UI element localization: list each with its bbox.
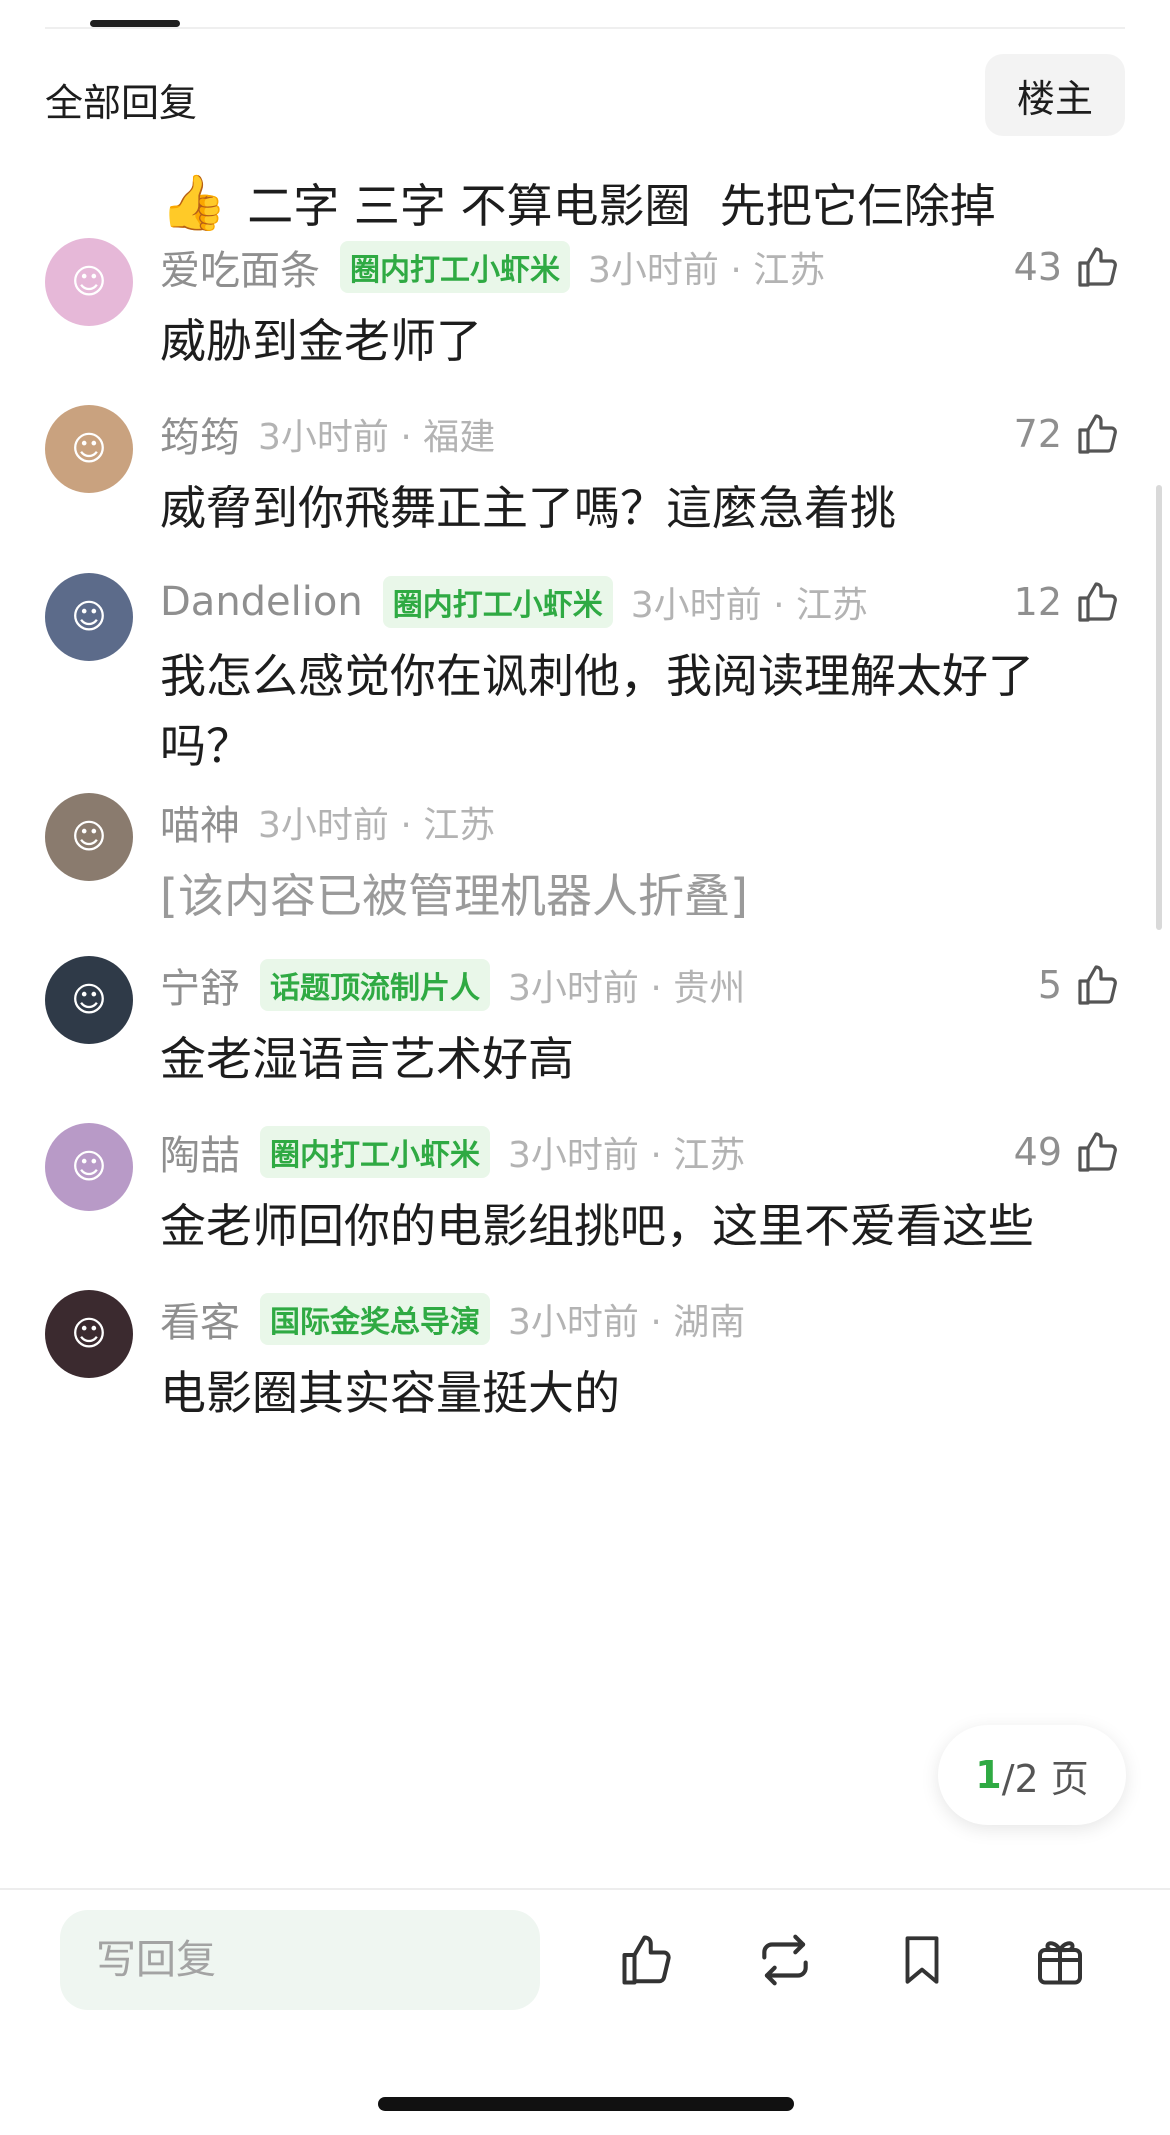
- username[interactable]: 爱吃面条: [160, 238, 320, 296]
- thumbs-up-emoji: 👍: [160, 171, 228, 234]
- comment-time-location: 3小时前 · 江苏: [588, 250, 826, 291]
- avatar-glyph: ☺: [71, 1147, 107, 1187]
- comment-text: 金老湿语言艺术好高: [160, 1032, 574, 1086]
- comment-time-location: 3小时前 · 贵州: [508, 968, 746, 1009]
- like-count: 49: [1013, 1130, 1062, 1174]
- bottom-bar-divider: [0, 1888, 1170, 1890]
- comment-text: 威脅到你飛舞正主了嗎？這麼急着挑: [160, 481, 896, 535]
- user-badge: 圈内打工小虾米: [260, 1126, 490, 1178]
- thumb-up-icon: [1078, 965, 1117, 1005]
- op-post-text: 二字 三字 不算电影圈 先把它仨除掉: [247, 179, 996, 233]
- avatar-glyph: ☺: [71, 817, 107, 857]
- home-indicator[interactable]: [378, 2097, 794, 2111]
- avatar[interactable]: ☺: [45, 956, 133, 1044]
- gift-button[interactable]: [1025, 1925, 1095, 1995]
- top-tab-indicator: [90, 20, 180, 27]
- folded-comment-text[interactable]: [该内容已被管理机器人折叠]: [160, 861, 1090, 931]
- user-badge: 圈内打工小虾米: [340, 241, 570, 293]
- like-button[interactable]: 5: [1038, 958, 1122, 1012]
- avatar[interactable]: ☺: [45, 793, 133, 881]
- like-button[interactable]: 43: [1014, 240, 1122, 294]
- username[interactable]: 看客: [160, 1290, 240, 1348]
- op-post: 👍 二字 三字 不算电影圈 先把它仨除掉: [160, 170, 996, 236]
- like-post-button[interactable]: [612, 1925, 682, 1995]
- comment-meta: 陶喆 圈内打工小虾米 3小时前 · 江苏: [160, 1125, 745, 1179]
- scrollbar[interactable]: [1156, 485, 1162, 930]
- repost-button[interactable]: [750, 1925, 820, 1995]
- username[interactable]: 喵神: [160, 793, 240, 851]
- username[interactable]: 宁舒: [160, 956, 240, 1014]
- avatar[interactable]: ☺: [45, 238, 133, 326]
- bookmark-button[interactable]: [887, 1925, 957, 1995]
- avatar-glyph: ☺: [71, 262, 107, 302]
- like-count: 72: [1013, 412, 1062, 456]
- total-pages: /2 页: [1001, 1756, 1089, 1801]
- comment-text: 威胁到金老师了: [160, 314, 482, 368]
- top-divider: [45, 27, 1125, 29]
- comment-time-location: 3小时前 · 福建: [258, 417, 496, 458]
- repost-icon: [762, 1934, 808, 1986]
- comment-meta: 看客 国际金奖总导演 3小时前 · 湖南: [160, 1292, 745, 1346]
- avatar[interactable]: ☺: [45, 405, 133, 493]
- thumb-up-icon: [1078, 247, 1117, 287]
- avatar-glyph: ☺: [71, 429, 107, 469]
- comment-time-location: 3小时前 · 江苏: [630, 585, 868, 626]
- op-only-button[interactable]: 楼主: [985, 54, 1125, 136]
- like-count: 43: [1013, 245, 1062, 289]
- thumb-up-icon: [1078, 1132, 1117, 1172]
- bookmark-icon: [905, 1936, 939, 1984]
- like-button[interactable]: 49: [1014, 1125, 1122, 1179]
- comment-meta: 筠筠 3小时前 · 福建: [160, 407, 495, 461]
- comment-time-location: 3小时前 · 湖南: [508, 1302, 746, 1343]
- avatar-glyph: ☺: [71, 980, 107, 1020]
- comment-meta: 爱吃面条 圈内打工小虾米 3小时前 · 江苏: [160, 240, 825, 294]
- like-count: 5: [1037, 963, 1062, 1007]
- user-badge: 圈内打工小虾米: [382, 576, 613, 628]
- comment-text: 电影圈其实容量挺大的: [160, 1366, 620, 1420]
- username[interactable]: Dandelion: [160, 579, 363, 625]
- comment-meta: 喵神 3小时前 · 江苏: [160, 795, 495, 849]
- avatar-glyph: ☺: [71, 1314, 107, 1354]
- reply-input[interactable]: [60, 1910, 540, 2010]
- gift-icon: [1038, 1941, 1082, 1985]
- like-button[interactable]: 12: [1014, 575, 1122, 629]
- thumb-up-icon: [1078, 582, 1117, 622]
- thumb-up-icon: [622, 1935, 671, 1985]
- page-title: 全部回复: [45, 81, 198, 125]
- like-button[interactable]: 72: [1014, 407, 1122, 461]
- comment-meta: Dandelion 圈内打工小虾米 3小时前 · 江苏: [160, 575, 868, 629]
- thumb-up-icon: [1078, 414, 1117, 454]
- avatar[interactable]: ☺: [45, 1123, 133, 1211]
- avatar[interactable]: ☺: [45, 573, 133, 661]
- user-badge: 话题顶流制片人: [260, 959, 490, 1011]
- avatar[interactable]: ☺: [45, 1290, 133, 1378]
- username[interactable]: 筠筠: [160, 405, 240, 463]
- avatar-glyph: ☺: [71, 597, 107, 637]
- user-badge: 国际金奖总导演: [260, 1293, 490, 1345]
- current-page: 1: [975, 1753, 1002, 1797]
- comment-time-location: 3小时前 · 江苏: [258, 805, 496, 846]
- username[interactable]: 陶喆: [160, 1123, 240, 1181]
- page-indicator[interactable]: 1 /2 页: [938, 1725, 1126, 1825]
- comment-text: 金老师回你的电影组挑吧，这里不爱看这些: [160, 1199, 1034, 1253]
- comment-time-location: 3小时前 · 江苏: [508, 1135, 746, 1176]
- comment-meta: 宁舒 话题顶流制片人 3小时前 · 贵州: [160, 958, 745, 1012]
- like-count: 12: [1013, 580, 1062, 624]
- comment-text: 我怎么感觉你在讽刺他，我阅读理解太好了吗？: [160, 649, 1034, 773]
